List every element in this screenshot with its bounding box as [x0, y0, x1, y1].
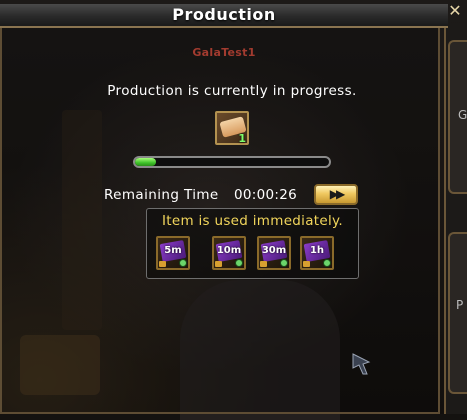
time-ticket-label: 1h [309, 245, 325, 256]
clock-icon [179, 259, 187, 267]
side-tab-bottom[interactable]: P [448, 232, 467, 394]
lock-icon [260, 261, 267, 267]
close-icon: ✕ [448, 1, 462, 20]
side-tab-top-label: G [458, 108, 467, 122]
time-ticket-5m-button[interactable]: 5m [156, 236, 190, 270]
time-ticket-1h-button[interactable]: 1h [300, 236, 334, 270]
item-count: 1 [238, 132, 246, 145]
progress-fill [135, 158, 157, 166]
fast-forward-button[interactable]: ▶▶ [314, 184, 358, 205]
clock-icon [280, 259, 288, 267]
clock-icon [235, 259, 243, 267]
remaining-time-value: 00:00:26 [234, 187, 298, 203]
player-name: GalaTest1 [192, 46, 256, 59]
remaining-time-label: Remaining Time [104, 187, 219, 203]
scroll-icon: 1 [215, 111, 249, 145]
close-button[interactable]: ✕ [446, 2, 464, 20]
time-ticket-label: 10m [216, 245, 242, 256]
lock-icon [159, 261, 166, 267]
side-tab-top[interactable]: G [448, 40, 467, 194]
lock-icon [303, 261, 310, 267]
time-ticket-10m-button[interactable]: 10m [212, 236, 246, 270]
boost-items-panel: Item is used immediately. 5m 10m 30m 1h [146, 208, 359, 279]
lock-icon [215, 261, 222, 267]
time-ticket-label: 30m [261, 245, 287, 256]
cursor-icon [352, 353, 371, 375]
side-tab-bottom-label: P [456, 298, 464, 312]
time-ticket-label: 5m [164, 245, 182, 256]
window-title: Production [172, 5, 276, 24]
production-status: Production is currently in progress. [107, 83, 357, 99]
fast-forward-icon: ▶▶ [329, 187, 345, 201]
clock-icon [323, 259, 331, 267]
boost-panel-title: Item is used immediately. [161, 213, 343, 229]
production-progress-bar [133, 156, 331, 168]
time-ticket-30m-button[interactable]: 30m [257, 236, 291, 270]
